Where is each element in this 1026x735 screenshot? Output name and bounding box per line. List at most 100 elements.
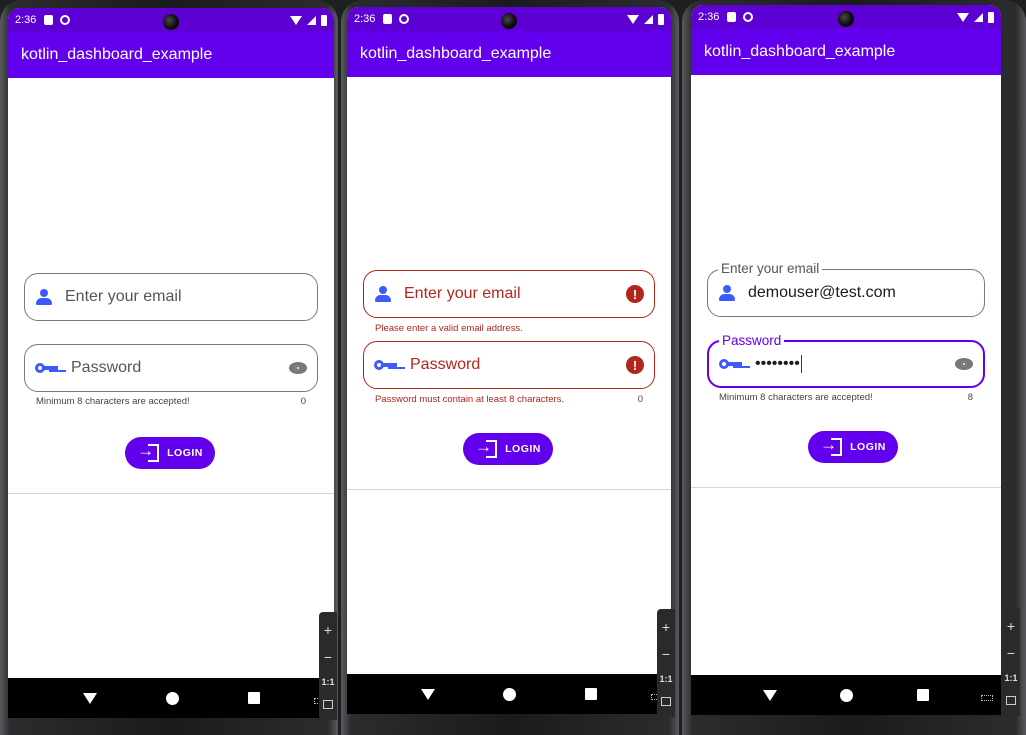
password-field[interactable]: Password ! [363,341,655,389]
status-time: 2:36 [698,11,720,23]
key-icon [35,361,59,375]
wifi-icon [290,15,302,25]
email-floating-label: Enter your email [718,261,823,276]
camera-cutout [163,14,179,30]
helper-text: Minimum 8 characters are accepted! [719,392,873,403]
zoom-controls: + − 1:1 [319,612,337,720]
login-button[interactable]: LOGIN [125,437,215,469]
back-icon[interactable] [82,692,97,704]
password-placeholder: Password [71,359,142,376]
fit-screen-icon[interactable] [661,697,671,707]
back-icon[interactable] [421,688,436,700]
phone-empty-state: 2:36 kotlin_dashboard_example Enter your… [0,0,338,735]
nav-bar [8,678,334,718]
screen: 2:36 kotlin_dashboard_example Enter your… [347,7,671,714]
email-field[interactable]: Enter your email [24,273,318,321]
screen: 2:36 kotlin_dashboard_example Enter your… [691,5,1001,715]
key-icon [719,357,743,371]
eye-icon[interactable] [955,358,973,370]
divider [347,489,671,490]
key-icon [374,358,398,372]
battery-icon [988,11,994,23]
signal-icon [307,15,316,25]
email-field[interactable]: Enter your email ! [363,270,655,318]
wifi-icon [627,14,639,24]
sync-icon [743,12,754,22]
login-label: LOGIN [850,441,886,453]
zoom-reset-button[interactable]: 1:1 [321,677,334,687]
login-icon [137,441,160,462]
divider [8,493,334,494]
home-icon[interactable] [503,687,517,701]
error-icon: ! [626,285,644,303]
sd-card-icon [383,14,393,24]
person-icon [718,284,736,302]
email-field[interactable]: Enter your email demouser@test.com [707,261,985,317]
login-icon [475,437,498,458]
back-icon[interactable] [762,689,777,701]
zoom-out-button[interactable]: − [662,647,670,661]
helper-text: Minimum 8 characters are accepted! [36,396,190,407]
zoom-controls: + − 1:1 [1002,608,1020,716]
fit-screen-icon[interactable] [1006,696,1016,706]
home-icon[interactable] [840,688,854,702]
status-time: 2:36 [354,13,376,25]
signal-icon [974,12,983,22]
keyboard-icon [981,695,993,701]
app-title: kotlin_dashboard_example [360,45,552,62]
emulator-screenshots: 2:36 kotlin_dashboard_example Enter your… [0,0,1026,735]
sd-card-icon [44,15,54,25]
app-bar: kotlin_dashboard_example [691,29,1001,75]
email-placeholder: Enter your email [404,285,521,302]
person-icon [35,288,53,306]
sync-icon [399,14,410,24]
recents-icon[interactable] [584,688,597,700]
recents-icon[interactable] [917,689,930,701]
fit-screen-icon[interactable] [323,700,333,710]
email-value: demouser@test.com [748,284,896,301]
password-field[interactable]: Password •••••••• [707,333,985,388]
zoom-in-button[interactable]: + [1007,619,1015,633]
error-icon: ! [626,356,644,374]
zoom-out-button[interactable]: − [1007,646,1015,660]
app-title: kotlin_dashboard_example [704,43,896,60]
zoom-out-button[interactable]: − [324,650,332,664]
login-button[interactable]: LOGIN [808,431,898,463]
sd-card-icon [727,12,737,22]
camera-cutout [838,11,854,27]
password-error-text: Password must contain at least 8 charact… [375,394,565,405]
zoom-reset-button[interactable]: 1:1 [659,674,672,684]
phone-filled-state: 2:36 kotlin_dashboard_example Enter your… [682,0,1026,735]
zoom-in-button[interactable]: + [324,623,332,637]
char-counter: 0 [637,394,643,405]
password-helper: Minimum 8 characters are accepted! 0 [36,396,306,407]
email-error-text: Please enter a valid email address. [375,323,523,334]
login-icon [820,435,843,456]
email-error: Please enter a valid email address. [375,323,643,334]
camera-cutout [501,13,517,29]
divider [691,487,1001,488]
eye-icon[interactable] [289,362,307,374]
wifi-icon [957,12,969,22]
login-button[interactable]: LOGIN [463,433,553,465]
zoom-controls: + − 1:1 [657,609,675,717]
password-helper: Minimum 8 characters are accepted! 8 [719,392,973,403]
zoom-in-button[interactable]: + [662,620,670,634]
sync-icon [60,15,71,25]
battery-icon [658,13,664,25]
login-label: LOGIN [505,443,541,455]
screen: 2:36 kotlin_dashboard_example Enter your… [8,8,334,718]
home-icon[interactable] [165,691,179,705]
password-error: Password must contain at least 8 charact… [375,394,643,405]
recents-icon[interactable] [247,692,260,704]
app-title: kotlin_dashboard_example [21,46,213,63]
zoom-reset-button[interactable]: 1:1 [1004,673,1017,683]
app-bar: kotlin_dashboard_example [347,31,671,77]
app-bar: kotlin_dashboard_example [8,32,334,78]
nav-bar [691,675,1001,715]
password-field[interactable]: Password [24,344,318,392]
battery-icon [321,14,327,26]
nav-bar [347,674,671,714]
status-time: 2:36 [15,14,37,26]
person-icon [374,285,392,303]
